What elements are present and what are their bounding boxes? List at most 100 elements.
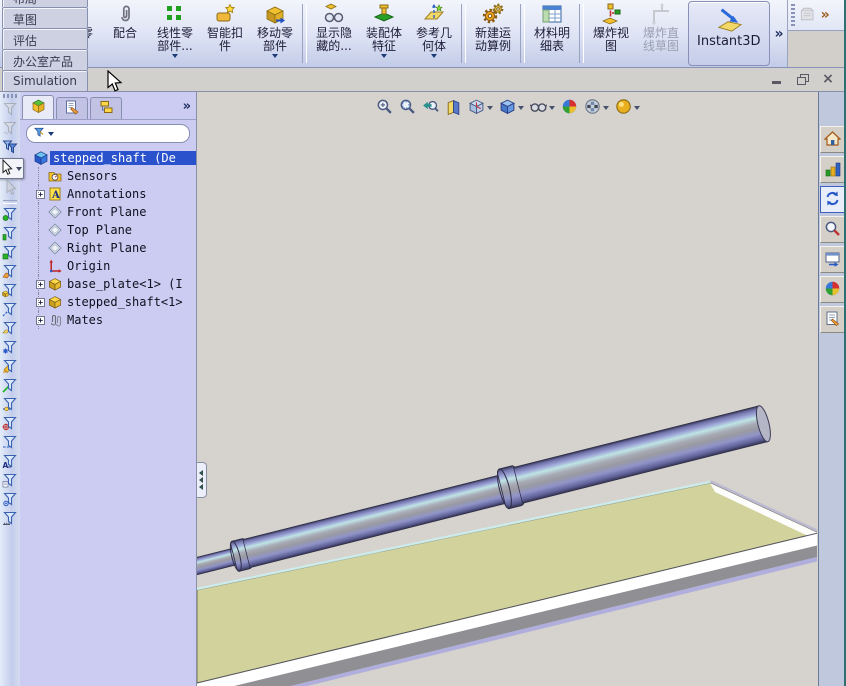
filter-vertices-button[interactable]	[1, 206, 19, 225]
filter-annotations-button[interactable]	[1, 472, 19, 491]
bill-of-materials-button[interactable]: 材料明 细表	[527, 0, 577, 67]
filter-centerlines-button[interactable]	[1, 434, 19, 453]
3d-scene[interactable]	[197, 92, 817, 686]
search-button[interactable]	[819, 216, 844, 243]
annotations-icon: A	[48, 187, 64, 201]
tree-item-sensors[interactable]: Sensors	[20, 167, 196, 185]
panel-overflow-chevron[interactable]: »	[180, 99, 194, 114]
filter-faces-button[interactable]	[1, 244, 19, 263]
filter-edges-button[interactable]	[1, 225, 19, 244]
tree-item-base-plate-1-i[interactable]: + base_plate<1> (I	[20, 275, 196, 293]
mini-toolbar-overflow-chevron[interactable]: »	[818, 7, 833, 23]
show-hidden-button[interactable]: 显示隐 藏的...	[309, 0, 359, 67]
appearances-scenes-button[interactable]	[819, 276, 844, 303]
apply-scene-button[interactable]	[583, 97, 610, 119]
zoom-fit-button[interactable]	[375, 97, 394, 119]
dropdown-caret-icon[interactable]	[549, 106, 555, 110]
new-motion-study-button[interactable]: 新建运 动算例	[468, 0, 518, 67]
exploded-view-button[interactable]: 爆炸视图	[586, 0, 636, 67]
panel-tab-propertymanager[interactable]	[56, 97, 88, 119]
tree-item-stepped-shaft-1[interactable]: + stepped_shaft<1>	[20, 293, 196, 311]
filter-sketch-segments-button[interactable]	[1, 377, 19, 396]
minimize-button[interactable]	[766, 72, 786, 87]
graphics-viewport[interactable]	[197, 92, 818, 686]
view-orientation-button[interactable]	[467, 97, 494, 119]
filter-midpoints-button[interactable]	[1, 396, 19, 415]
tree-item-annotations[interactable]: + A Annotations	[20, 185, 196, 203]
tree-item-origin[interactable]: Origin	[20, 257, 196, 275]
filter-routing-points-button[interactable]	[1, 491, 19, 510]
reference-geometry-button[interactable]: 参考几 何体	[409, 0, 459, 67]
panel-collapse-handle[interactable]	[197, 462, 207, 498]
filter-surface-bodies-button[interactable]	[1, 263, 19, 282]
tree-item-stepped-shaft-de[interactable]: stepped_shaft (De	[20, 149, 196, 167]
view-settings-button[interactable]	[614, 97, 641, 119]
filter-dimensions-button[interactable]: A	[1, 453, 19, 472]
filter-edges-icon	[2, 225, 18, 244]
tab-草图[interactable]: 草图	[2, 7, 88, 28]
close-button[interactable]: ×	[818, 72, 838, 87]
custom-properties-button[interactable]	[819, 306, 844, 333]
smart-fasteners-button[interactable]: 智能扣件	[200, 0, 250, 67]
display-style-button[interactable]	[498, 97, 525, 119]
tree-item-front-plane[interactable]: Front Plane	[20, 203, 196, 221]
dropdown-caret-icon[interactable]	[16, 166, 22, 171]
panel-tab-configurationmanager[interactable]	[90, 97, 122, 119]
tab-Simulation[interactable]: Simulation	[2, 70, 88, 91]
resources-home-button[interactable]	[819, 126, 844, 153]
propertymanager-icon	[64, 99, 81, 119]
filter-sketch-points-button[interactable]	[1, 339, 19, 358]
instant3d-button[interactable]: Instant3D	[688, 1, 770, 66]
expand-toggle[interactable]: +	[36, 297, 45, 307]
dropdown-caret-icon[interactable]	[634, 106, 640, 110]
tree-item-label: base_plate<1> (I	[67, 277, 183, 291]
tab-布局[interactable]: 布局	[2, 0, 88, 7]
select-all-filters-button[interactable]	[1, 139, 19, 158]
file-explorer-button[interactable]	[819, 186, 844, 213]
expand-toggle[interactable]: +	[36, 279, 45, 289]
previous-view-button[interactable]	[421, 97, 440, 119]
move-component-button[interactable]: 移动零 部件	[250, 0, 300, 67]
toolbar-grip[interactable]	[790, 4, 795, 26]
dropdown-caret-icon[interactable]	[603, 106, 609, 110]
view-palette-button[interactable]	[819, 246, 844, 273]
zoom-fit-icon	[376, 98, 393, 118]
filter-center-marks-button[interactable]	[1, 415, 19, 434]
dropdown-caret-icon[interactable]	[487, 106, 493, 110]
restore-button[interactable]	[792, 72, 812, 87]
tab-评估[interactable]: 评估	[2, 28, 88, 49]
dropdown-caret-icon[interactable]	[172, 54, 178, 58]
filter-solid-bodies-button[interactable]	[1, 282, 19, 301]
linear-component-pattern-button[interactable]: 线性零 部件...	[150, 0, 200, 67]
expand-toggle[interactable]: +	[36, 189, 45, 199]
hide-show-button[interactable]	[529, 97, 556, 119]
filter-sketches-button[interactable]	[1, 358, 19, 377]
zoom-area-button[interactable]	[398, 97, 417, 119]
edit-appearance-button[interactable]	[560, 97, 579, 119]
dropdown-caret-icon[interactable]	[272, 54, 278, 58]
dropdown-caret-icon[interactable]	[431, 54, 437, 58]
mate-button[interactable]: 配合	[100, 0, 150, 67]
section-view-button[interactable]	[444, 97, 463, 119]
filter-axes-button[interactable]	[1, 301, 19, 320]
filter-caret-icon[interactable]	[48, 132, 54, 136]
filterbar-grip[interactable]	[3, 94, 17, 98]
toolbar-button-label: Instant3D	[697, 34, 761, 49]
tab-办公室产品[interactable]: 办公室产品	[2, 49, 88, 70]
dropdown-caret-icon[interactable]	[381, 54, 387, 58]
expand-toggle[interactable]: +	[36, 315, 45, 325]
tree-item-mates[interactable]: + Mates	[20, 311, 196, 329]
plane-icon	[48, 241, 64, 255]
filter-planes-button[interactable]	[1, 320, 19, 339]
tree-item-right-plane[interactable]: Right Plane	[20, 239, 196, 257]
assembly-features-button[interactable]: 装配体 特征	[359, 0, 409, 67]
toolbar-separator	[579, 4, 584, 63]
filter-weld-beads-button[interactable]	[1, 510, 19, 529]
panel-tab-featuremanager[interactable]	[22, 95, 54, 119]
select-tool-button[interactable]	[0, 158, 24, 179]
toolbar-overflow-chevron[interactable]: »	[772, 26, 787, 42]
dropdown-caret-icon[interactable]	[518, 106, 524, 110]
design-library-button[interactable]	[819, 156, 844, 183]
tree-item-top-plane[interactable]: Top Plane	[20, 221, 196, 239]
tree-filter-box[interactable]	[26, 124, 190, 143]
